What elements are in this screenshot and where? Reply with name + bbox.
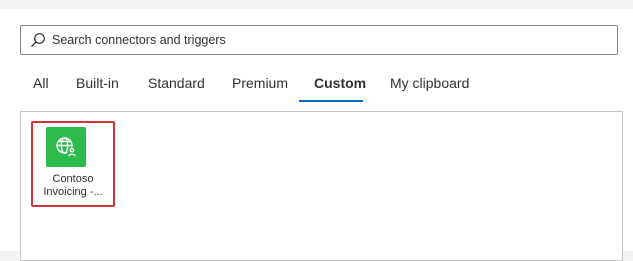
- tab-built-in[interactable]: Built-in: [76, 74, 119, 92]
- tab-premium[interactable]: Premium: [232, 74, 288, 92]
- connector-picker-panel: Search connectors and triggers All Built…: [0, 9, 633, 261]
- connector-tile-contoso-invoicing[interactable]: Contoso Invoicing -...: [31, 121, 115, 207]
- search-box[interactable]: Search connectors and triggers: [20, 25, 618, 55]
- category-tabs: All Built-in Standard Premium Custom My …: [20, 69, 620, 111]
- connector-name: Contoso Invoicing -...: [33, 173, 113, 199]
- tab-custom[interactable]: Custom: [314, 74, 366, 92]
- tab-standard[interactable]: Standard: [148, 74, 205, 92]
- active-tab-indicator: [299, 100, 363, 102]
- connector-name-line2: Invoicing -...: [43, 186, 103, 198]
- search-input[interactable]: Search connectors and triggers: [52, 33, 226, 48]
- search-icon: [30, 32, 46, 48]
- connector-list: Contoso Invoicing -...: [20, 111, 623, 261]
- tab-all[interactable]: All: [33, 74, 49, 92]
- connector-name-line1: Contoso: [52, 173, 94, 185]
- tab-my-clipboard[interactable]: My clipboard: [390, 74, 469, 92]
- connector-badge: [46, 127, 86, 167]
- globe-user-icon: [56, 137, 77, 157]
